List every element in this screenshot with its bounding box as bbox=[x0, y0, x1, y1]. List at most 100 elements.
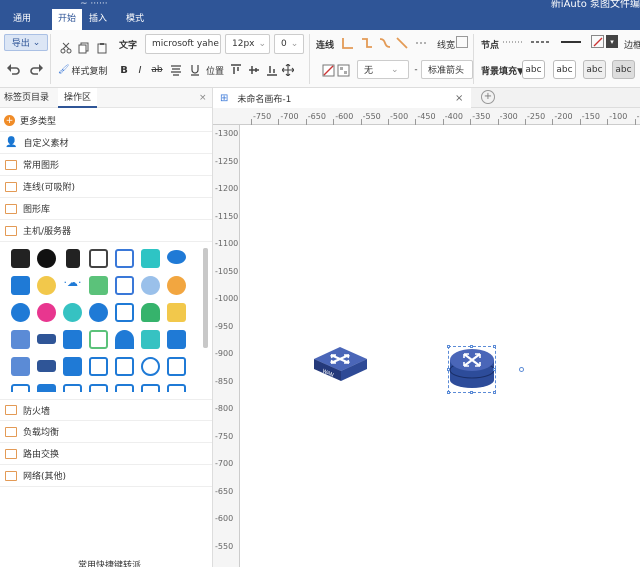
cut-icon[interactable] bbox=[58, 40, 74, 56]
server-tower-icon[interactable] bbox=[66, 249, 80, 268]
text-style-preset-2[interactable]: abc bbox=[553, 60, 576, 79]
add-canvas-icon[interactable]: + bbox=[481, 90, 495, 104]
server-green-icon[interactable] bbox=[89, 276, 108, 295]
bg-fill-dropdown[interactable]: 背景填充▼ bbox=[481, 63, 524, 77]
server-disc-icon[interactable] bbox=[11, 303, 30, 322]
category-custom-assets[interactable]: 👤 自定义素材 bbox=[0, 132, 212, 154]
icon-grid-scrollbar[interactable] bbox=[203, 248, 208, 348]
server-list-icon[interactable] bbox=[115, 357, 134, 376]
pattern-fill-icon[interactable] bbox=[335, 62, 351, 78]
resize-handle[interactable] bbox=[470, 345, 473, 348]
server-shield-icon[interactable] bbox=[89, 330, 108, 349]
cube-server-icon[interactable] bbox=[141, 330, 160, 349]
line-width-icon[interactable] bbox=[456, 36, 468, 48]
category-shape-library[interactable]: 图形库 bbox=[0, 198, 212, 220]
export-dropdown[interactable]: 导出 ⌄ bbox=[4, 34, 48, 51]
position-button[interactable]: 位置 bbox=[206, 63, 224, 77]
server-window-icon[interactable] bbox=[115, 384, 134, 392]
line-dotted-option[interactable] bbox=[502, 36, 524, 48]
mail-server-icon[interactable] bbox=[167, 384, 186, 392]
category-connectors[interactable]: 连线(可吸附) bbox=[0, 176, 212, 198]
server-rack-icon[interactable] bbox=[11, 249, 30, 268]
align-bottom-icon[interactable] bbox=[264, 62, 280, 78]
server-yellow-icon[interactable] bbox=[37, 276, 56, 295]
building-server-icon[interactable] bbox=[11, 330, 30, 349]
fill-select[interactable]: 无 ⌄ bbox=[357, 60, 409, 79]
category-common-shapes[interactable]: 常用图形 bbox=[0, 154, 212, 176]
resize-handle[interactable] bbox=[493, 391, 496, 394]
canvas-tab[interactable]: ⊞ 未命名画布-1 × bbox=[213, 88, 471, 108]
server-rows-icon[interactable] bbox=[37, 384, 56, 392]
server-box-icon[interactable] bbox=[89, 384, 108, 392]
connector-elbow-icon[interactable] bbox=[359, 35, 375, 51]
connector-dash-icon[interactable] bbox=[413, 35, 429, 51]
server-card-icon[interactable] bbox=[141, 384, 160, 392]
server-round-icon[interactable] bbox=[141, 276, 160, 295]
chevron-down-icon[interactable]: ▾ bbox=[606, 35, 618, 48]
server-orange-icon[interactable] bbox=[167, 276, 186, 295]
bold-button[interactable]: B bbox=[119, 63, 129, 77]
redo-icon[interactable] bbox=[29, 61, 45, 77]
server-outline-icon[interactable] bbox=[115, 276, 134, 295]
fill-color-icon[interactable] bbox=[320, 62, 336, 78]
server-gold-icon[interactable] bbox=[167, 303, 186, 322]
tab-operation-area[interactable]: 操作区 bbox=[58, 88, 98, 108]
arrow-style-select[interactable]: 标准箭头 bbox=[421, 60, 473, 79]
align-middle-icon[interactable] bbox=[246, 62, 262, 78]
category-load-balance[interactable]: 负载均衡 bbox=[0, 421, 212, 443]
resize-handle[interactable] bbox=[447, 345, 450, 348]
rotate-handle[interactable] bbox=[519, 367, 524, 372]
database-server-icon[interactable] bbox=[115, 249, 134, 268]
close-icon[interactable]: × bbox=[455, 93, 463, 104]
underline-icon[interactable] bbox=[187, 62, 203, 78]
connector-curve-icon[interactable] bbox=[377, 35, 393, 51]
server-blue-icon[interactable] bbox=[11, 276, 30, 295]
menu-tab-start[interactable]: 开始 bbox=[52, 9, 82, 30]
location-server-icon[interactable] bbox=[115, 330, 134, 349]
line-dashed-option[interactable] bbox=[530, 36, 552, 48]
line-color-icon[interactable] bbox=[591, 35, 604, 48]
database-green-icon[interactable] bbox=[141, 303, 160, 322]
category-network-other[interactable]: 网络(其他) bbox=[0, 465, 212, 487]
connector-straight-icon[interactable] bbox=[340, 35, 356, 51]
style-copy-button[interactable]: 🖌 样式复制 bbox=[58, 63, 107, 77]
menu-tab-insert[interactable]: 插入 bbox=[84, 9, 112, 30]
font-size-select[interactable]: 12px ⌄ bbox=[225, 34, 270, 54]
server-pink-icon[interactable] bbox=[37, 303, 56, 322]
text-style-preset-3[interactable]: abc bbox=[583, 60, 606, 79]
menu-tab-mode[interactable]: 模式 bbox=[120, 9, 150, 30]
paste-icon[interactable] bbox=[94, 40, 110, 56]
category-host-server[interactable]: 主机/服务器 bbox=[0, 220, 212, 242]
resize-handle[interactable] bbox=[470, 391, 473, 394]
line-width-label[interactable]: 线宽 bbox=[437, 38, 455, 51]
chip-icon[interactable] bbox=[89, 357, 108, 376]
server-teal-icon[interactable] bbox=[63, 303, 82, 322]
flat-server-icon[interactable] bbox=[37, 334, 56, 344]
resize-handle[interactable] bbox=[493, 368, 496, 371]
network-server-icon[interactable] bbox=[89, 249, 108, 268]
cloud-icon[interactable] bbox=[167, 250, 186, 264]
category-firewall[interactable]: 防火墙 bbox=[0, 399, 212, 421]
category-routing-switch[interactable]: 路由交换 bbox=[0, 443, 212, 465]
server-frame-icon[interactable] bbox=[11, 384, 30, 392]
close-icon[interactable]: × bbox=[199, 88, 207, 108]
connector-line-icon[interactable] bbox=[394, 35, 410, 51]
monitor-chart-icon[interactable] bbox=[115, 303, 134, 322]
server-panel-icon[interactable] bbox=[63, 384, 82, 392]
line-solid-option[interactable] bbox=[560, 36, 582, 48]
resize-handle[interactable] bbox=[447, 368, 450, 371]
shortcut-footer[interactable]: 常用快捷键转派 bbox=[78, 558, 141, 567]
iso-stack-icon[interactable] bbox=[63, 357, 82, 376]
font-family-select[interactable]: microsoft yahe bbox=[145, 34, 221, 54]
move-icon[interactable] bbox=[280, 62, 296, 78]
server-bar-icon[interactable] bbox=[89, 303, 108, 322]
box-server-icon[interactable] bbox=[167, 330, 186, 349]
user-server-icon[interactable] bbox=[167, 357, 186, 376]
text-style-preset-1[interactable]: abc bbox=[522, 60, 545, 79]
align-icon[interactable] bbox=[168, 62, 184, 78]
cloud-outline-icon[interactable] bbox=[141, 357, 160, 376]
server-hex-icon[interactable] bbox=[37, 249, 56, 268]
server-stack-icon[interactable] bbox=[63, 330, 82, 349]
tab-bookmarks[interactable]: 标签页目录 bbox=[4, 88, 49, 108]
copy-icon[interactable] bbox=[76, 40, 92, 56]
